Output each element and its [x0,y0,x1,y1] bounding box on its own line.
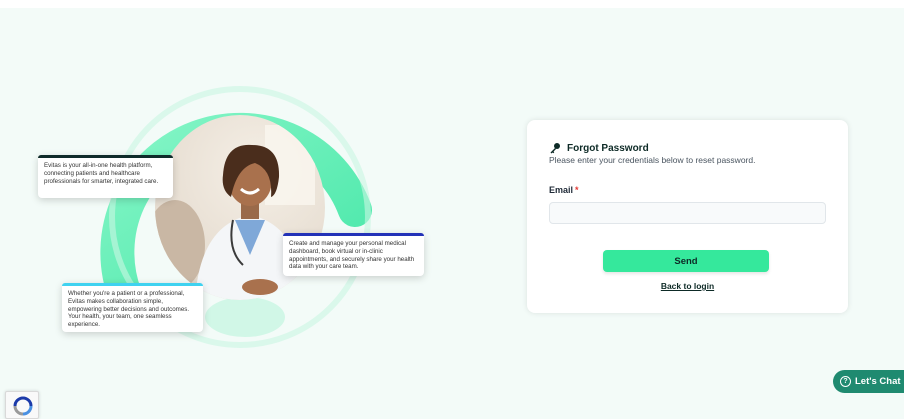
forgot-password-panel: Forgot Password Please enter your creden… [527,120,848,313]
info-card-manage: Create and manage your personal medical … [283,233,424,276]
question-circle-icon: ? [840,376,851,387]
email-field[interactable] [549,202,826,224]
info-card-text: Create and manage your personal medical … [289,240,415,271]
card-accent-bar [38,155,173,158]
panel-subtitle: Please enter your credentials below to r… [549,155,756,165]
key-icon [549,142,561,154]
chat-label: Let's Chat [855,376,901,387]
info-card-collaboration: Whether you're a patient or a profession… [62,283,203,332]
recaptcha-badge[interactable] [5,391,39,419]
top-strip [0,0,904,8]
panel-title: Forgot Password [549,142,649,154]
lets-chat-button[interactable]: ? Let's Chat [833,370,904,393]
info-card-text: Evitas is your all-in-one health platfor… [44,162,159,185]
info-card-platform: Evitas is your all-in-one health platfor… [38,155,173,198]
card-accent-bar [283,233,424,236]
required-marker: * [575,185,579,195]
send-button[interactable]: Send [603,250,769,272]
back-to-login-link[interactable]: Back to login [527,281,848,291]
card-accent-bar [62,283,203,286]
recaptcha-icon [13,396,33,416]
info-card-text: Whether you're a patient or a profession… [68,290,190,328]
email-label-text: Email [549,185,574,195]
email-label: Email * [549,185,579,195]
panel-title-text: Forgot Password [567,142,649,154]
